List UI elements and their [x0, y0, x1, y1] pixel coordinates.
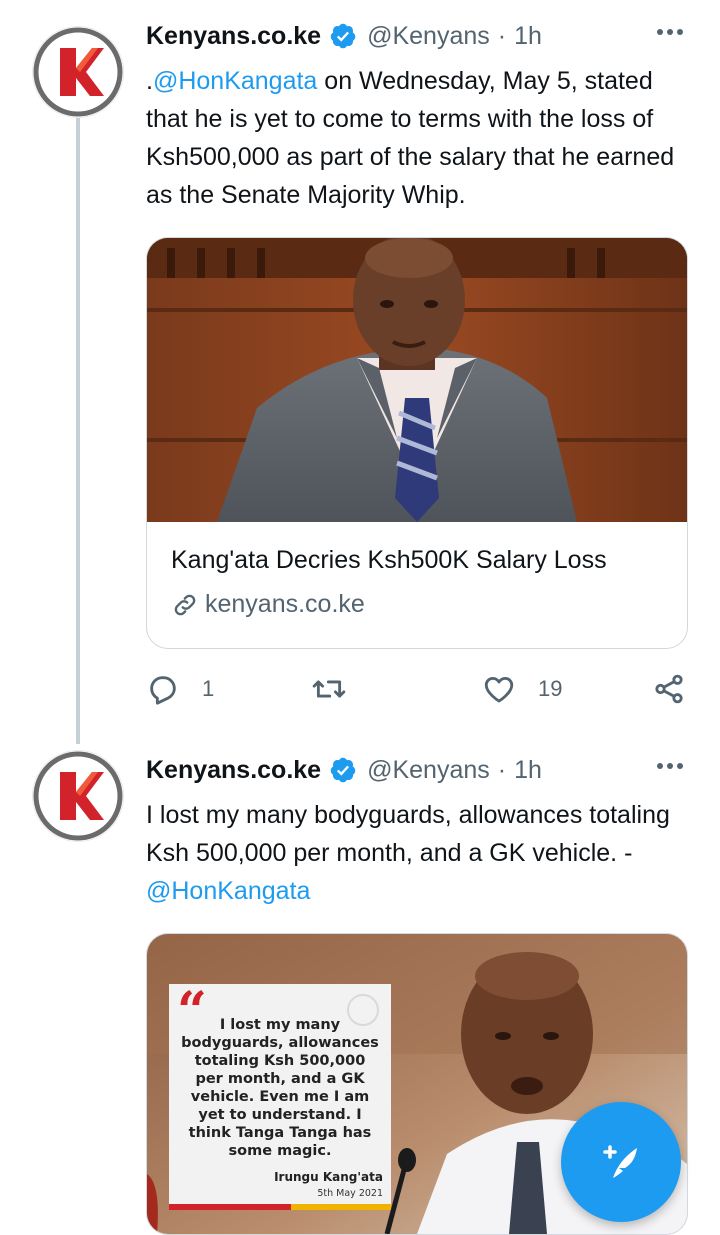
avatar[interactable]: [32, 26, 124, 118]
tweet-text: I lost my many bodyguards, allowances to…: [146, 796, 696, 910]
verified-badge-icon: [330, 757, 356, 783]
timestamp[interactable]: 1h: [514, 22, 542, 51]
separator-dot: ·: [497, 21, 507, 50]
kenyans-logo-icon: [33, 751, 123, 841]
compose-tweet-icon: [603, 1145, 637, 1178]
mention-link[interactable]: @HonKangata: [146, 877, 310, 905]
text-body: I lost my many bodyguards, allowances to…: [146, 801, 670, 867]
card-title[interactable]: Kang'ata Decries Ksh500K Salary Loss: [171, 546, 607, 575]
retweet-button[interactable]: [312, 668, 368, 710]
quote-date: 5th May 2021: [317, 1188, 383, 1199]
tweet-text: .@HonKangata on Wednesday, May 5, stated…: [146, 62, 696, 214]
quote-author: Irungu Kang'ata: [274, 1170, 383, 1184]
card-domain[interactable]: kenyans.co.ke: [171, 590, 365, 619]
link-icon: [174, 594, 196, 615]
like-button[interactable]: 19: [482, 668, 562, 710]
share-button[interactable]: [652, 668, 686, 710]
thread-line: [76, 118, 80, 744]
separator-dot: ·: [497, 755, 507, 784]
card-domain-label: kenyans.co.ke: [205, 590, 365, 618]
reply-count: 1: [202, 676, 215, 701]
quote-text: I lost my many bodyguards, allowances to…: [181, 1017, 379, 1159]
like-count: 19: [538, 676, 563, 701]
share-icon: [655, 674, 683, 704]
reply-icon: [150, 676, 176, 705]
article-photo: [147, 238, 687, 522]
quote-card: “ I lost my many bodyguards, allowances …: [169, 984, 391, 1210]
mention-link[interactable]: @HonKangata: [153, 67, 317, 95]
tweet-actions: 1 19: [146, 668, 691, 710]
tweet-header: Kenyans.co.ke @Kenyans · 1h: [146, 750, 691, 790]
avatar[interactable]: [32, 750, 124, 842]
handle[interactable]: @Kenyans: [367, 22, 490, 51]
quote-color-bar: [169, 1204, 391, 1210]
more-options-icon[interactable]: [655, 22, 685, 42]
like-icon: [484, 676, 514, 703]
kenyans-logo-icon: [33, 27, 123, 117]
verified-badge-icon: [330, 23, 356, 49]
handle[interactable]: @Kenyans: [367, 756, 490, 785]
tweet-header: Kenyans.co.ke @Kenyans · 1h: [146, 16, 691, 56]
compose-tweet-button[interactable]: [561, 1102, 681, 1222]
retweet-icon: [312, 680, 346, 698]
text-prefix: .: [146, 67, 153, 95]
more-options-icon[interactable]: [655, 756, 685, 776]
reply-button[interactable]: 1: [146, 668, 214, 710]
timestamp[interactable]: 1h: [514, 756, 542, 785]
display-name[interactable]: Kenyans.co.ke: [146, 22, 321, 51]
link-card[interactable]: Kang'ata Decries Ksh500K Salary Loss ken…: [146, 237, 688, 649]
display-name[interactable]: Kenyans.co.ke: [146, 756, 321, 785]
